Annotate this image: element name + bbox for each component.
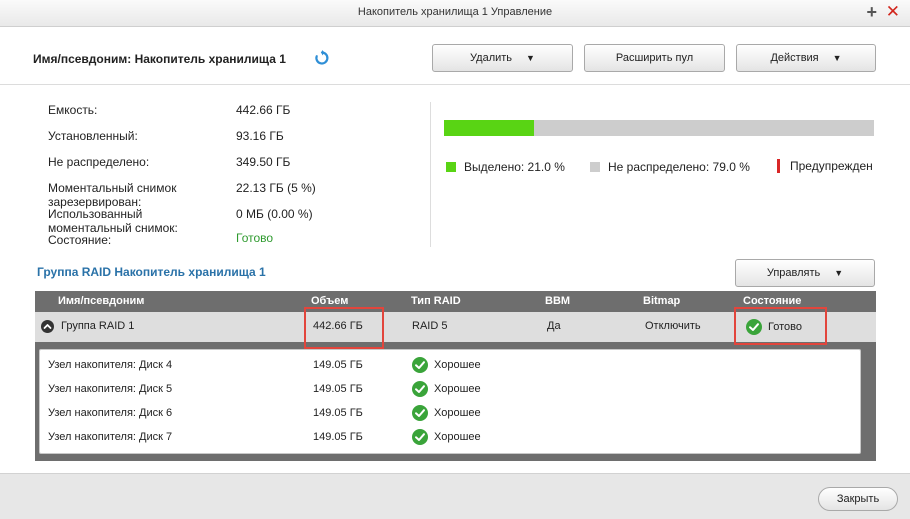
- col-capacity[interactable]: Объем: [311, 295, 348, 307]
- disk-row[interactable]: Узел накопителя: Диск 6 149.05 ГБ Хороше…: [40, 402, 862, 426]
- actions-button[interactable]: Действия ▼: [736, 44, 876, 72]
- disk-capacity: 149.05 ГБ: [313, 359, 363, 371]
- legend-warning: Предупрежден: [777, 159, 873, 173]
- highlight-status: [734, 307, 827, 345]
- disk-capacity: 149.05 ГБ: [313, 431, 363, 443]
- disk-status: Хорошее: [412, 405, 481, 421]
- window-titlebar: Накопитель хранилища 1 Управление + ✕: [0, 0, 910, 27]
- delete-button-label: Удалить: [470, 52, 513, 64]
- usage-bar-fill: [444, 120, 535, 136]
- check-circle-icon: [412, 357, 428, 373]
- plus-icon[interactable]: +: [866, 2, 877, 22]
- snapshot-used-value: 0 МБ (0.00 %): [236, 207, 313, 221]
- unallocated-value: 349.50 ГБ: [236, 155, 291, 169]
- delete-button[interactable]: Удалить ▼: [432, 44, 573, 72]
- capacity-label: Емкость:: [48, 103, 98, 117]
- manage-button-label: Управлять: [766, 267, 821, 279]
- highlight-capacity: [304, 307, 384, 349]
- caret-down-icon: ▼: [526, 53, 535, 63]
- status-value: Готово: [236, 231, 274, 245]
- legend-unallocated-text: Не распределено: 79.0 %: [608, 160, 750, 174]
- legend-allocated-text: Выделено: 21.0 %: [464, 160, 565, 174]
- collapse-icon[interactable]: [41, 320, 54, 333]
- check-circle-icon: [412, 405, 428, 421]
- disk-status-text: Хорошее: [434, 431, 481, 443]
- legend-allocated: Выделено: 21.0 %: [446, 160, 565, 174]
- disk-status-text: Хорошее: [434, 407, 481, 419]
- raid-group-title: Группа RAID Накопитель хранилища 1: [37, 265, 266, 279]
- expand-pool-button-label: Расширить пул: [615, 52, 694, 64]
- caret-down-icon: ▼: [832, 53, 842, 63]
- scrollbar[interactable]: [865, 349, 875, 454]
- close-button-label: Закрыть: [836, 493, 880, 505]
- page-header: Имя/псевдоним: Накопитель хранилища 1 Уд…: [0, 28, 910, 85]
- divider: [430, 102, 431, 247]
- col-bitmap[interactable]: Bitmap: [643, 295, 680, 307]
- close-icon[interactable]: ✕: [886, 2, 900, 22]
- disk-name: Узел накопителя: Диск 4: [48, 359, 173, 371]
- disk-name: Узел накопителя: Диск 5: [48, 383, 173, 395]
- usage-bar: [444, 120, 874, 136]
- disk-capacity: 149.05 ГБ: [313, 383, 363, 395]
- raid-group-type: RAID 5: [412, 320, 448, 332]
- raid-group-bbm: Да: [547, 320, 561, 332]
- disk-name: Узел накопителя: Диск 6: [48, 407, 173, 419]
- actions-button-label: Действия: [770, 52, 819, 64]
- disk-row[interactable]: Узел накопителя: Диск 4 149.05 ГБ Хороше…: [40, 354, 862, 378]
- disk-row[interactable]: Узел накопителя: Диск 7 149.05 ГБ Хороше…: [40, 426, 862, 450]
- caret-down-icon: ▼: [834, 268, 844, 278]
- col-name[interactable]: Имя/псевдоним: [58, 295, 144, 307]
- status-label: Состояние:: [48, 233, 112, 247]
- disk-status: Хорошее: [412, 381, 481, 397]
- disk-status-text: Хорошее: [434, 359, 481, 371]
- legend-warning-swatch: [777, 159, 780, 173]
- expand-pool-button[interactable]: Расширить пул: [584, 44, 725, 72]
- dialog-footer: Закрыть: [0, 473, 910, 519]
- disk-list: Узел накопителя: Диск 4 149.05 ГБ Хороше…: [39, 349, 861, 454]
- legend-warning-text: Предупрежден: [790, 159, 873, 173]
- pool-alias: Имя/псевдоним: Накопитель хранилища 1: [33, 52, 286, 66]
- installed-label: Установленный:: [48, 129, 138, 143]
- close-button[interactable]: Закрыть: [818, 487, 898, 511]
- snapshot-reserved-value: 22.13 ГБ (5 %): [236, 181, 316, 195]
- disk-status-text: Хорошее: [434, 383, 481, 395]
- disk-status: Хорошее: [412, 357, 481, 373]
- raid-group-bitmap: Отключить: [645, 320, 701, 332]
- check-circle-icon: [412, 429, 428, 445]
- raid-grid: Имя/псевдоним Объем Тип RAID BBM Bitmap …: [35, 291, 876, 461]
- installed-value: 93.16 ГБ: [236, 129, 284, 143]
- raid-group-name: Группа RAID 1: [61, 320, 135, 332]
- window-title: Накопитель хранилища 1 Управление: [357, 6, 553, 18]
- legend-unallocated-swatch: [590, 162, 600, 172]
- snapshot-used-label: Использованный моментальный снимок:: [48, 207, 178, 235]
- col-bbm[interactable]: BBM: [545, 295, 570, 307]
- snapshot-reserved-label: Моментальный снимок зарезервирован:: [48, 181, 177, 209]
- disk-name: Узел накопителя: Диск 7: [48, 431, 173, 443]
- disk-capacity: 149.05 ГБ: [313, 407, 363, 419]
- capacity-value: 442.66 ГБ: [236, 103, 291, 117]
- unallocated-label: Не распределено:: [48, 155, 150, 169]
- legend-allocated-swatch: [446, 162, 456, 172]
- refresh-icon[interactable]: [314, 50, 330, 66]
- col-raid-type[interactable]: Тип RAID: [411, 295, 461, 307]
- disk-row[interactable]: Узел накопителя: Диск 5 149.05 ГБ Хороше…: [40, 378, 862, 402]
- check-circle-icon: [412, 381, 428, 397]
- disk-status: Хорошее: [412, 429, 481, 445]
- legend-unallocated: Не распределено: 79.0 %: [590, 160, 750, 174]
- col-status[interactable]: Состояние: [743, 295, 801, 307]
- manage-button[interactable]: Управлять ▼: [735, 259, 875, 287]
